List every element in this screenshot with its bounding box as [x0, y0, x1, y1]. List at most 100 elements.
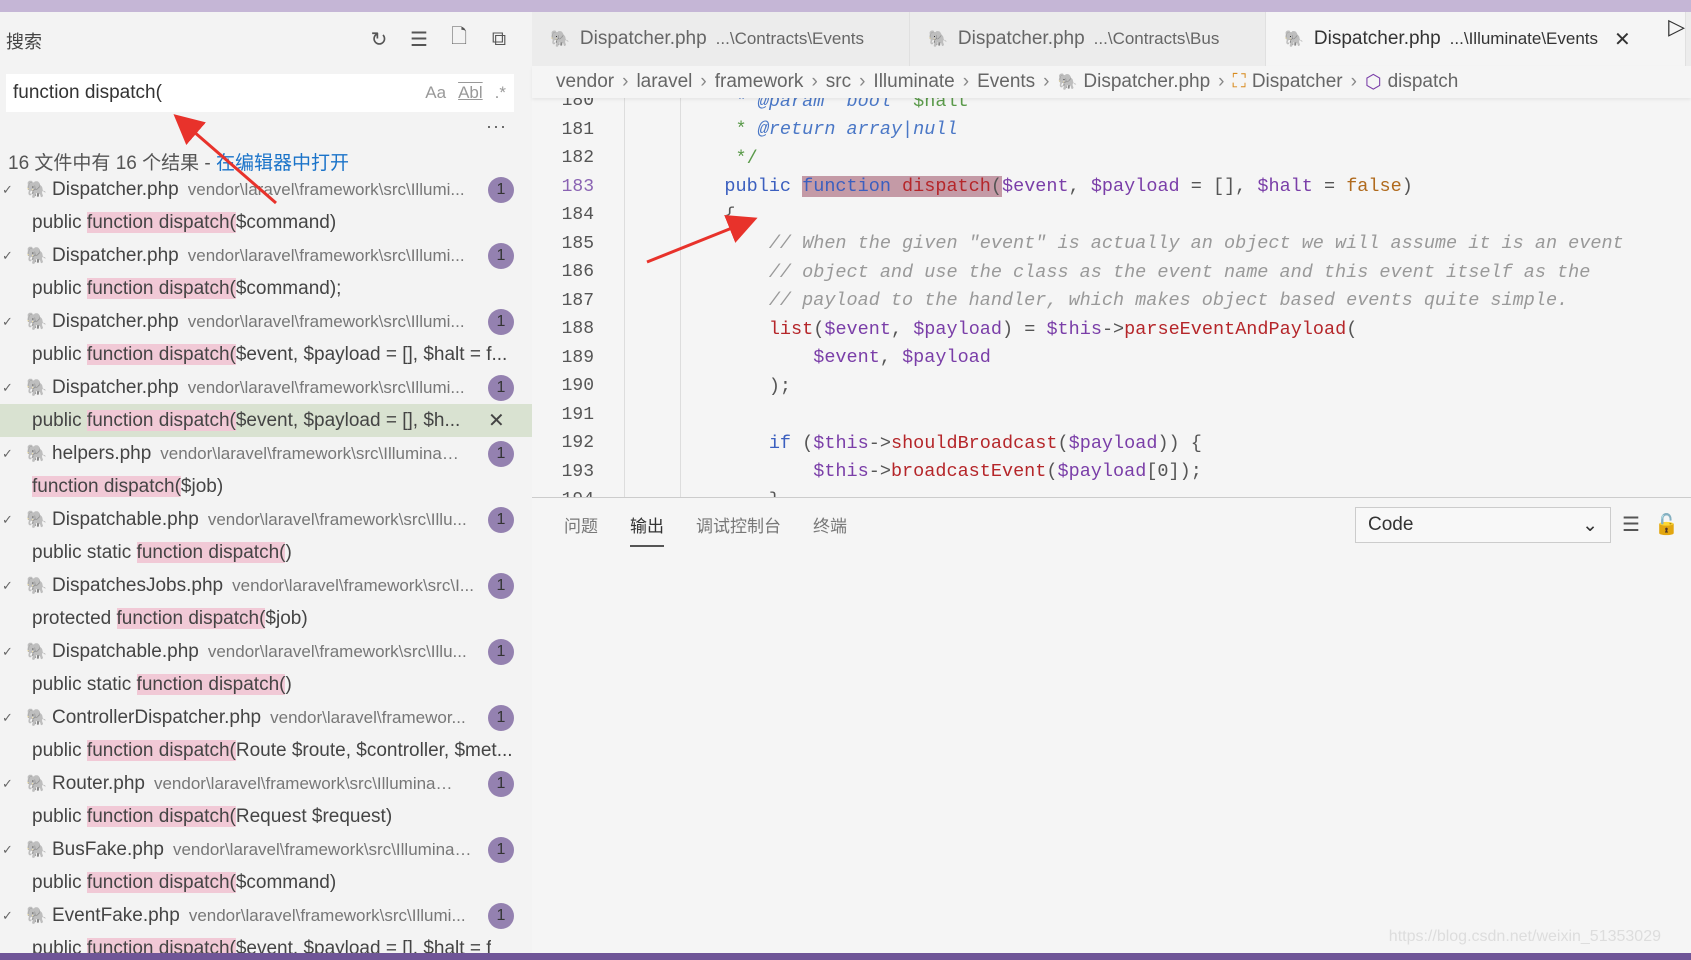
chevron-down-icon[interactable]: ✓: [0, 512, 26, 528]
result-file-row[interactable]: ✓ 🐘 BusFake.php vendor\laravel\framework\sr…: [0, 833, 532, 866]
result-file-row[interactable]: ✓ 🐘 helpers.php vendor\laravel\framework\sr…: [0, 437, 532, 470]
chevron-down-icon[interactable]: ✓: [0, 908, 26, 924]
breadcrumb-item[interactable]: dispatch: [1388, 71, 1459, 93]
chevron-down-icon[interactable]: ✓: [0, 314, 26, 330]
output-channel-select[interactable]: Code ⌄: [1355, 507, 1611, 543]
dismiss-icon[interactable]: ✕: [488, 408, 505, 433]
result-match-row[interactable]: function dispatch($job): [0, 470, 532, 503]
chevron-down-icon[interactable]: ✓: [0, 248, 26, 264]
file-path: vendor\laravel\framework\src\Illumi...: [187, 179, 465, 199]
whole-word-toggle[interactable]: Abl: [458, 83, 483, 103]
tab-2[interactable]: 🐘 Dispatcher.php ...\Contracts\Bus: [910, 12, 1266, 66]
run-icon[interactable]: ▷: [1668, 14, 1685, 40]
code-token: ,: [890, 318, 914, 340]
file-name: Router.php: [52, 772, 145, 794]
result-match-row[interactable]: public function dispatch($event, $payloa…: [0, 338, 532, 371]
breadcrumb-item[interactable]: Dispatcher: [1252, 71, 1343, 93]
match-count-badge: 1: [488, 638, 514, 665]
result-match-row[interactable]: public function dispatch(Route $route, $…: [0, 734, 532, 767]
breadcrumb-item[interactable]: laravel: [636, 71, 692, 93]
code-line: 181 * @return array|null: [532, 116, 1691, 145]
result-match-row[interactable]: public static function dispatch(): [0, 536, 532, 569]
breadcrumb-item[interactable]: Events: [977, 71, 1035, 93]
breadcrumb-item[interactable]: Illuminate: [873, 71, 954, 93]
chevron-down-icon[interactable]: ✓: [0, 446, 26, 462]
code-token: public: [680, 176, 803, 198]
lock-scroll-icon[interactable]: 🔓: [1654, 512, 1679, 537]
open-in-editor-link[interactable]: 在编辑器中打开: [216, 153, 349, 174]
toggle-search-details-button[interactable]: ···: [486, 116, 507, 137]
result-file-row[interactable]: ✓ 🐘 Dispatcher.php vendor\laravel\framework…: [0, 239, 532, 272]
php-file-icon: 🐘: [550, 31, 570, 48]
breadcrumb-item[interactable]: Dispatcher.php: [1083, 71, 1210, 93]
code-line: 191: [532, 401, 1691, 430]
clear-output-icon[interactable]: ☰: [1622, 512, 1640, 537]
result-file-row[interactable]: ✓ 🐘 Dispatchable.php vendor\laravel\framewo…: [0, 503, 532, 536]
panel-tab[interactable]: 调试控制台: [696, 512, 781, 547]
breadcrumb-item[interactable]: vendor: [556, 71, 614, 93]
breadcrumb-item[interactable]: framework: [715, 71, 804, 93]
code-token: */: [680, 147, 758, 169]
chevron-down-icon[interactable]: ✓: [0, 182, 26, 198]
regex-toggle[interactable]: .*: [495, 83, 506, 103]
result-match-row[interactable]: protected function dispatch($job): [0, 602, 532, 635]
chevron-down-icon[interactable]: ✓: [0, 644, 26, 660]
code-editor[interactable]: 180 * @param bool $halt 181 * @return arr…: [532, 98, 1691, 497]
panel-tab[interactable]: 问题: [564, 512, 598, 547]
close-icon[interactable]: ✕: [1614, 27, 1631, 52]
match-suffix: $event, $payload = [], $halt = f...: [235, 343, 508, 365]
code-token: $payload: [902, 347, 991, 369]
result-file-row[interactable]: ✓ 🐘 Dispatcher.php vendor\laravel\framework…: [0, 173, 532, 206]
result-match-row[interactable]: public function dispatch($event, $payloa…: [0, 932, 532, 953]
chevron-down-icon[interactable]: ✓: [0, 578, 26, 594]
tab-1[interactable]: 🐘 Dispatcher.php ...\Contracts\Events: [532, 12, 910, 66]
result-match-row[interactable]: public function dispatch($command);: [0, 272, 532, 305]
panel-tab[interactable]: 终端: [813, 512, 847, 547]
collapse-all-icon[interactable]: ⧉: [486, 26, 512, 52]
match-case-toggle[interactable]: Aa: [425, 83, 446, 103]
result-file-row[interactable]: ✓ 🐘 DispatchesJobs.php vendor\laravel\frame…: [0, 569, 532, 602]
chevron-down-icon[interactable]: ✓: [0, 776, 26, 792]
match-count-badge: 1: [488, 770, 514, 797]
clear-results-icon[interactable]: ☰: [406, 26, 432, 52]
panel-tab[interactable]: 输出: [630, 512, 664, 547]
search-input[interactable]: [13, 82, 426, 104]
match-highlight: function dispatch(: [116, 607, 266, 629]
tab-name: Dispatcher.php: [579, 28, 707, 49]
result-match-row[interactable]: public function dispatch($command): [0, 206, 532, 239]
result-file-row[interactable]: ✓ 🐘 EventFake.php vendor\laravel\framework\…: [0, 899, 532, 932]
match-count-badge: 1: [488, 902, 514, 929]
new-search-editor-icon[interactable]: 🗋: [446, 26, 472, 52]
result-match-row[interactable]: public function dispatch($event, $payloa…: [0, 404, 532, 437]
line-content: $this->broadcastEvent($payload[0]);: [680, 461, 1202, 482]
result-file-row[interactable]: ✓ 🐘 ControllerDispatcher.php vendor\laravel…: [0, 701, 532, 734]
match-count-badge: 1: [488, 374, 514, 401]
result-file-row[interactable]: ✓ 🐘 Router.php vendor\laravel\framework\src…: [0, 767, 532, 800]
tab-3[interactable]: 🐘 Dispatcher.php ...\Illuminate\Events ✕: [1266, 12, 1686, 66]
code-token: broadcastEvent: [890, 461, 1047, 483]
match-prefix: public: [32, 277, 87, 299]
result-match-row[interactable]: public function dispatch(Request $reques…: [0, 800, 532, 833]
file-path: vendor\laravel\framework\src\Illumi...: [187, 377, 465, 397]
refresh-icon[interactable]: ↻: [366, 26, 392, 52]
match-highlight: function dispatch(: [86, 871, 236, 893]
line-content: );: [680, 376, 791, 397]
result-match-row[interactable]: public function dispatch($command): [0, 866, 532, 899]
match-prefix: public: [32, 937, 87, 954]
result-file-row[interactable]: ✓ 🐘 Dispatcher.php vendor\laravel\framework…: [0, 305, 532, 338]
tab-name: Dispatcher.php: [1313, 28, 1441, 49]
search-box: Aa Abl .*: [6, 74, 514, 112]
breadcrumb-item[interactable]: src: [826, 71, 851, 93]
chevron-down-icon[interactable]: ✓: [0, 380, 26, 396]
file-name: ControllerDispatcher.php: [52, 706, 262, 728]
chevron-down-icon[interactable]: ✓: [0, 710, 26, 726]
code-line: 186 // object and use the class as the e…: [532, 258, 1691, 287]
result-match-row[interactable]: public static function dispatch(): [0, 668, 532, 701]
code-token: (: [1346, 318, 1358, 340]
chevron-down-icon[interactable]: ✓: [0, 842, 26, 858]
match-text: public static function dispatch(): [32, 673, 292, 696]
code-token: ,: [1068, 176, 1091, 198]
result-file-row[interactable]: ✓ 🐘 Dispatcher.php vendor\laravel\framework…: [0, 371, 532, 404]
status-bar: [0, 953, 1691, 960]
result-file-row[interactable]: ✓ 🐘 Dispatchable.php vendor\laravel\framewo…: [0, 635, 532, 668]
